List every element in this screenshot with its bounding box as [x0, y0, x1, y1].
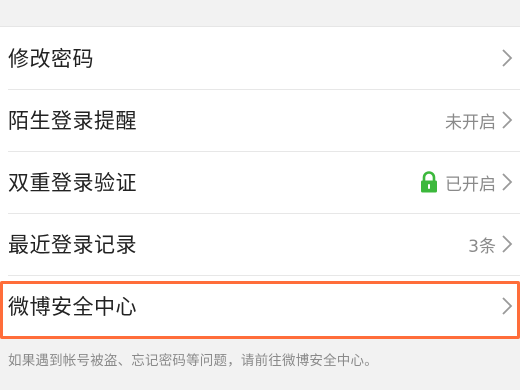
- change-password-right: [498, 27, 520, 89]
- recent-login-records-count: 3条: [468, 236, 496, 257]
- recent-login-records-row[interactable]: 最近登录记录 3条: [0, 213, 520, 275]
- top-spacer: [0, 0, 520, 26]
- change-password-row[interactable]: 修改密码: [0, 27, 520, 89]
- chevron-right-icon: [502, 235, 513, 253]
- chevron-right-icon: [502, 49, 513, 67]
- two-factor-verification-label: 双重登录验证: [8, 171, 137, 195]
- two-factor-verification-row[interactable]: 双重登录验证 已开启: [0, 151, 520, 213]
- unfamiliar-login-alert-row[interactable]: 陌生登录提醒 未开启: [0, 89, 520, 151]
- unfamiliar-login-alert-label: 陌生登录提醒: [8, 109, 137, 133]
- unfamiliar-login-alert-right: 未开启: [445, 89, 520, 151]
- two-factor-verification-right: 已开启: [419, 151, 520, 213]
- lock-icon: [421, 171, 437, 193]
- security-center-highlight-box: [0, 281, 520, 339]
- two-factor-verification-status: 已开启: [445, 174, 496, 195]
- security-center-hint: 如果遇到帐号被盗、忘记密码等问题，请前往微博安全中心。: [8, 353, 378, 369]
- change-password-label: 修改密码: [8, 47, 94, 71]
- recent-login-records-right: 3条: [468, 213, 520, 275]
- recent-login-records-label: 最近登录记录: [8, 233, 137, 257]
- unfamiliar-login-alert-status: 未开启: [445, 112, 496, 133]
- chevron-right-icon: [502, 173, 513, 191]
- chevron-right-icon: [502, 111, 513, 129]
